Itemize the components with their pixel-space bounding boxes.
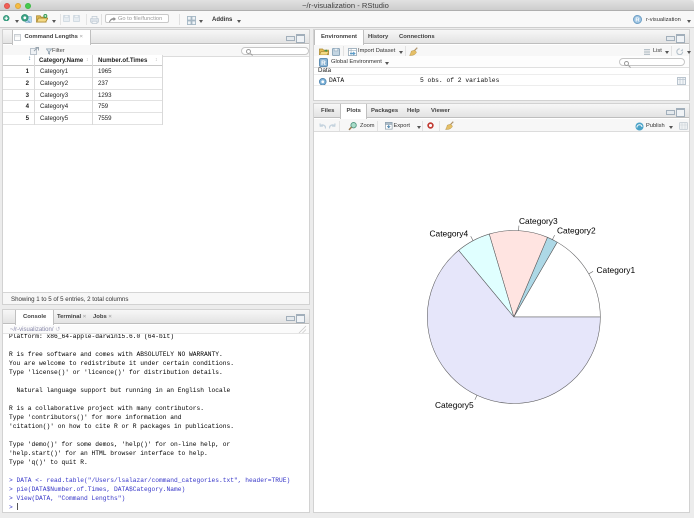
svg-text:Category2: Category2 <box>557 226 596 236</box>
svg-text:Category5: Category5 <box>435 400 474 410</box>
svg-text:Category1: Category1 <box>597 265 636 275</box>
svg-text:Category3: Category3 <box>519 216 558 226</box>
svg-text:Category4: Category4 <box>430 229 469 239</box>
